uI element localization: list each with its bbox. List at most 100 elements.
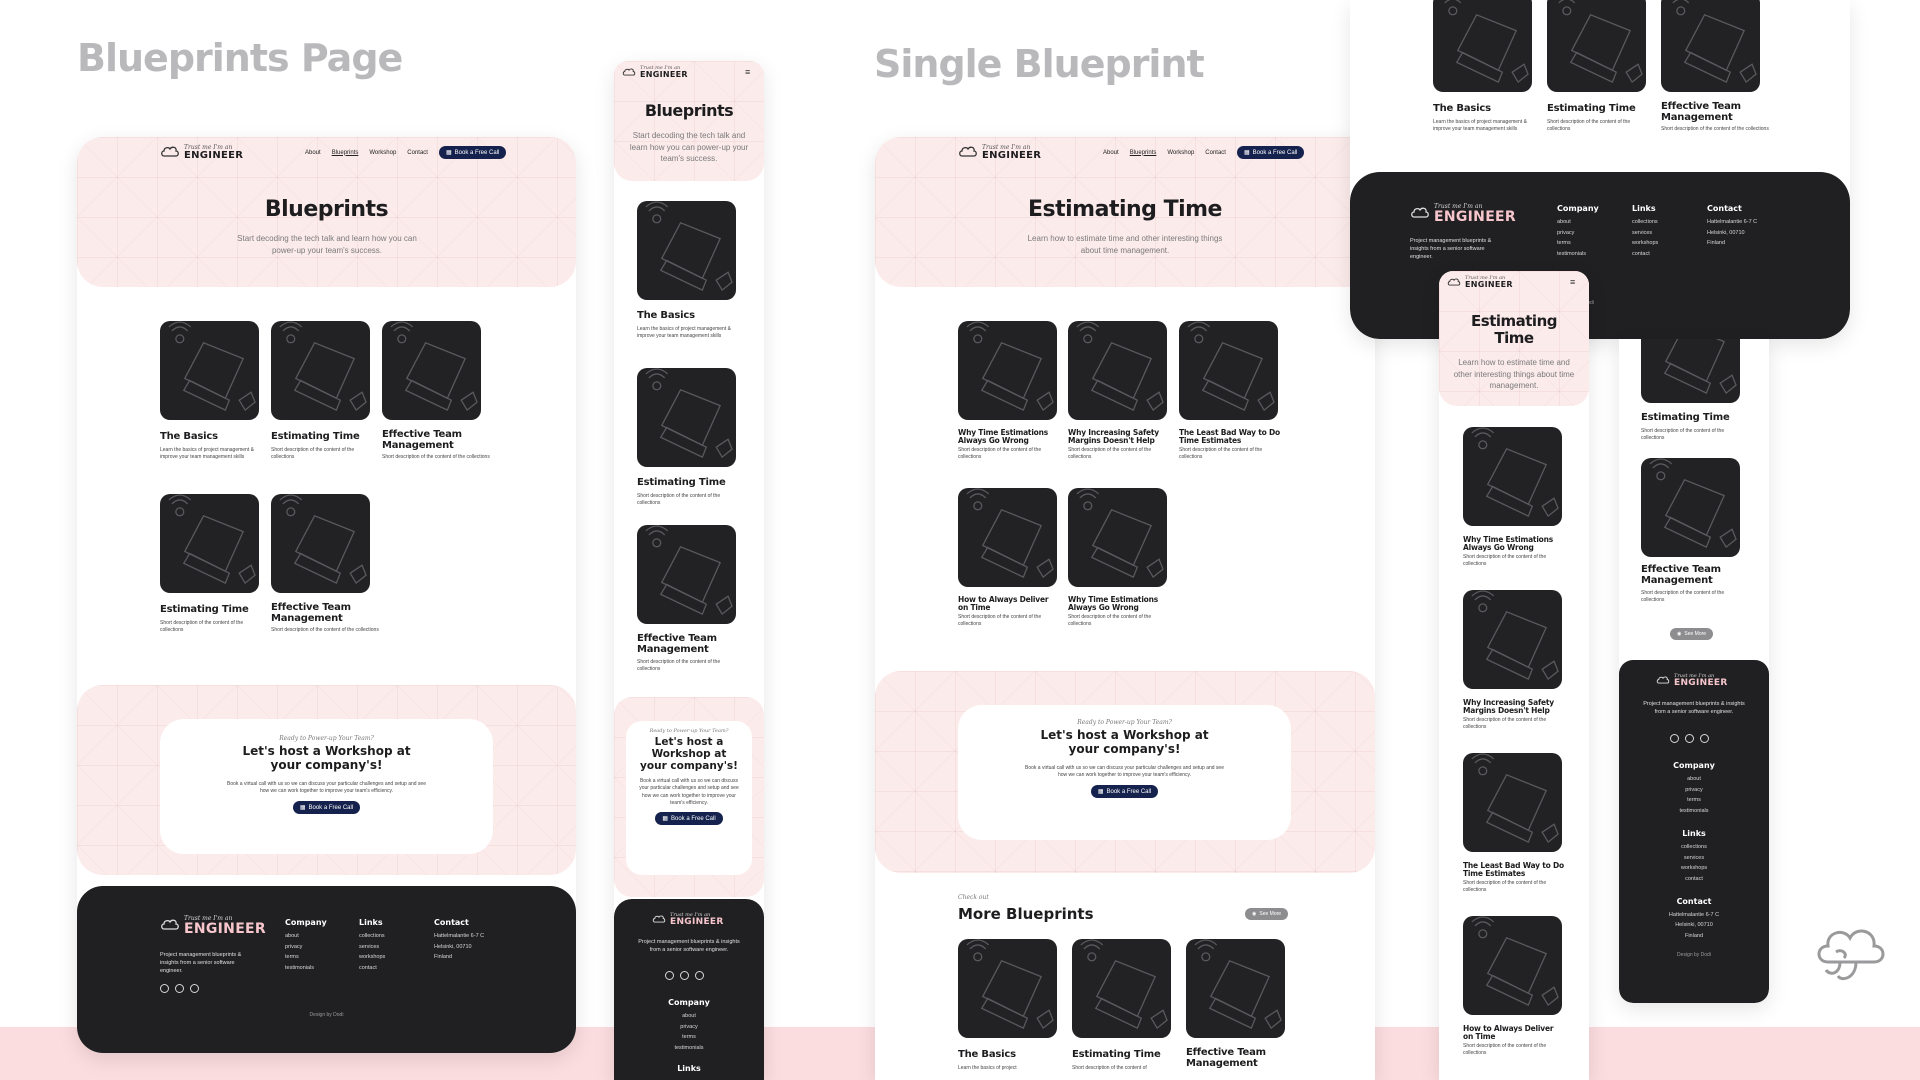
twitter-icon[interactable] xyxy=(190,984,199,993)
footer-link-testimonials[interactable]: testimonials xyxy=(1557,249,1599,260)
footer-link-testimonials[interactable]: testimonials xyxy=(285,963,327,974)
footer-link-privacy[interactable]: privacy xyxy=(1619,785,1769,796)
footer-contact-heading: Contact xyxy=(1707,204,1742,213)
footer-logo[interactable]: Trust me I'm an ENGINEER xyxy=(652,913,724,927)
card-description: Short description of the content of the … xyxy=(1641,428,1725,442)
footer-link-services[interactable]: services xyxy=(359,942,385,953)
nav-blueprints[interactable]: Blueprints xyxy=(1130,150,1157,156)
footer-contact-heading: Contact xyxy=(434,918,469,927)
whatsapp-icon[interactable] xyxy=(1685,734,1694,743)
book-call-label: Book a Free Call xyxy=(670,815,716,822)
menu-icon[interactable]: ≡ xyxy=(745,67,750,77)
footer-link-contact[interactable]: contact xyxy=(1632,249,1658,260)
design-credit: Design by Dodi xyxy=(1677,951,1711,958)
footer-links: Links collections services workshops contac… xyxy=(359,918,385,974)
nav-workshop[interactable]: Workshop xyxy=(1167,150,1194,156)
footer-link-contact[interactable]: contact xyxy=(359,963,385,974)
footer-link-services[interactable]: services xyxy=(1632,228,1658,239)
logo[interactable]: Trust me I'm an ENGINEER xyxy=(622,66,688,79)
github-icon[interactable] xyxy=(160,984,169,993)
footer-link-services[interactable]: services xyxy=(1619,853,1769,864)
nav-contact[interactable]: Contact xyxy=(407,150,428,156)
cloud-logo-icon xyxy=(161,919,179,930)
footer-link-privacy[interactable]: privacy xyxy=(1557,228,1599,239)
book-call-button[interactable]: ▦ Book a Free Call xyxy=(438,146,507,159)
footer-logo[interactable]: Trust me I'm an ENGINEER xyxy=(1656,674,1728,688)
footer-links-heading: Links xyxy=(1632,204,1656,213)
card-description: Short description of the content of the … xyxy=(1068,447,1152,461)
menu-icon[interactable]: ≡ xyxy=(1570,277,1575,287)
footer-link-about[interactable]: about xyxy=(285,931,327,942)
footer-tagline: Project management blueprints & insights… xyxy=(1643,701,1745,715)
footer-company: Company about privacy terms testimonials Li… xyxy=(614,998,764,1073)
footer-link-terms[interactable]: terms xyxy=(614,1032,764,1043)
book-call-button[interactable]: ▦ Book a Free Call xyxy=(1090,785,1159,799)
twitter-icon[interactable] xyxy=(695,971,704,980)
footer-link-privacy[interactable]: privacy xyxy=(285,942,327,953)
book-call-button[interactable]: ▦ Book a Free Call xyxy=(1236,146,1305,159)
address-line: Finland xyxy=(1707,240,1726,247)
logo[interactable]: Trust me I'm an ENGINEER xyxy=(1447,276,1513,289)
page-subtitle: Learn how to estimate time and other int… xyxy=(1027,234,1223,255)
footer-link-testimonials[interactable]: testimonials xyxy=(1619,806,1769,817)
nav-about[interactable]: About xyxy=(1103,150,1119,156)
footer-link-testimonials[interactable]: testimonials xyxy=(614,1043,764,1054)
whatsapp-icon[interactable] xyxy=(680,971,689,980)
footer-contact-heading: Contact xyxy=(1676,896,1712,906)
see-more-button[interactable]: ◉ See More xyxy=(1245,908,1289,920)
laptop-thumbnail xyxy=(1068,488,1167,587)
card-title: Effective Team Management xyxy=(271,602,351,624)
whatsapp-icon[interactable] xyxy=(175,984,184,993)
social-links xyxy=(160,984,199,993)
see-more-label: See More xyxy=(1259,911,1282,917)
footer-link-workshops[interactable]: workshops xyxy=(1632,238,1658,249)
nav-about[interactable]: About xyxy=(305,150,321,156)
github-icon[interactable] xyxy=(1670,734,1679,743)
footer-link-workshops[interactable]: workshops xyxy=(359,952,385,963)
footer-logo[interactable]: Trust me I'm an ENGINEER xyxy=(1410,204,1516,224)
nav-blueprints[interactable]: Blueprints xyxy=(332,150,359,156)
logo-wordmark: ENGINEER xyxy=(1674,678,1728,688)
footer-logo[interactable]: Trust me I'm an ENGINEER xyxy=(160,916,266,936)
twitter-icon[interactable] xyxy=(1700,734,1709,743)
footer-link-workshops[interactable]: workshops xyxy=(1619,863,1769,874)
logo[interactable]: Trust me I'm an ENGINEER xyxy=(958,145,1041,161)
section-label-blueprints-page: Blueprints Page xyxy=(77,36,403,80)
laptop-thumbnail xyxy=(1463,427,1562,526)
footer-contact: Contact Hattelmalantie 6-7 C Helsinki, 00… xyxy=(434,918,484,963)
page-subtitle: Learn how to estimate time and other int… xyxy=(1453,358,1575,391)
see-more-button[interactable]: ◉ See More xyxy=(1670,628,1714,640)
footer-link-collections[interactable]: collections xyxy=(359,931,385,942)
book-call-button[interactable]: ▦ Book a Free Call xyxy=(655,812,723,826)
book-call-label: Book a Free Call xyxy=(454,149,500,156)
footer-link-terms[interactable]: terms xyxy=(1557,238,1599,249)
card-title: Why Time Estimations Always Go Wrong xyxy=(1068,595,1159,612)
nav-contact[interactable]: Contact xyxy=(1205,150,1226,156)
github-icon[interactable] xyxy=(665,971,674,980)
card-description: Short description of the content of the … xyxy=(637,493,721,507)
nav-workshop[interactable]: Workshop xyxy=(369,150,396,156)
page-title: Estimating Time xyxy=(1028,197,1222,222)
footer-link-terms[interactable]: terms xyxy=(285,952,327,963)
card-title: Estimating Time xyxy=(1547,103,1636,114)
footer-link-about[interactable]: about xyxy=(1619,774,1769,785)
footer-link-collections[interactable]: collections xyxy=(1619,842,1769,853)
footer-columns: Company about privacy terms testimonials Li… xyxy=(1619,761,1769,958)
footer-link-collections[interactable]: collections xyxy=(1632,217,1658,228)
footer-link-about[interactable]: about xyxy=(1557,217,1599,228)
cloud-logo-icon xyxy=(161,146,179,157)
book-call-button[interactable]: ▦ Book a Free Call xyxy=(292,801,361,815)
footer-link-terms[interactable]: terms xyxy=(1619,795,1769,806)
card-description: Short description of the content of the … xyxy=(271,447,355,461)
footer-link-contact[interactable]: contact xyxy=(1619,874,1769,885)
footer: Trust me I'm an ENGINEER Project manageme… xyxy=(77,886,576,1053)
card-title: The Basics xyxy=(1433,103,1491,114)
logo-wordmark: ENGINEER xyxy=(982,150,1042,161)
laptop-thumbnail xyxy=(958,939,1057,1038)
calendar-icon: ▦ xyxy=(662,816,668,823)
logo[interactable]: Trust me I'm an ENGINEER xyxy=(160,145,243,161)
footer-link-about[interactable]: about xyxy=(614,1011,764,1022)
section-label-single-blueprint: Single Blueprint xyxy=(874,42,1205,86)
footer-link-privacy[interactable]: privacy xyxy=(614,1022,764,1033)
card-title: Effective Team Management xyxy=(1661,101,1741,123)
